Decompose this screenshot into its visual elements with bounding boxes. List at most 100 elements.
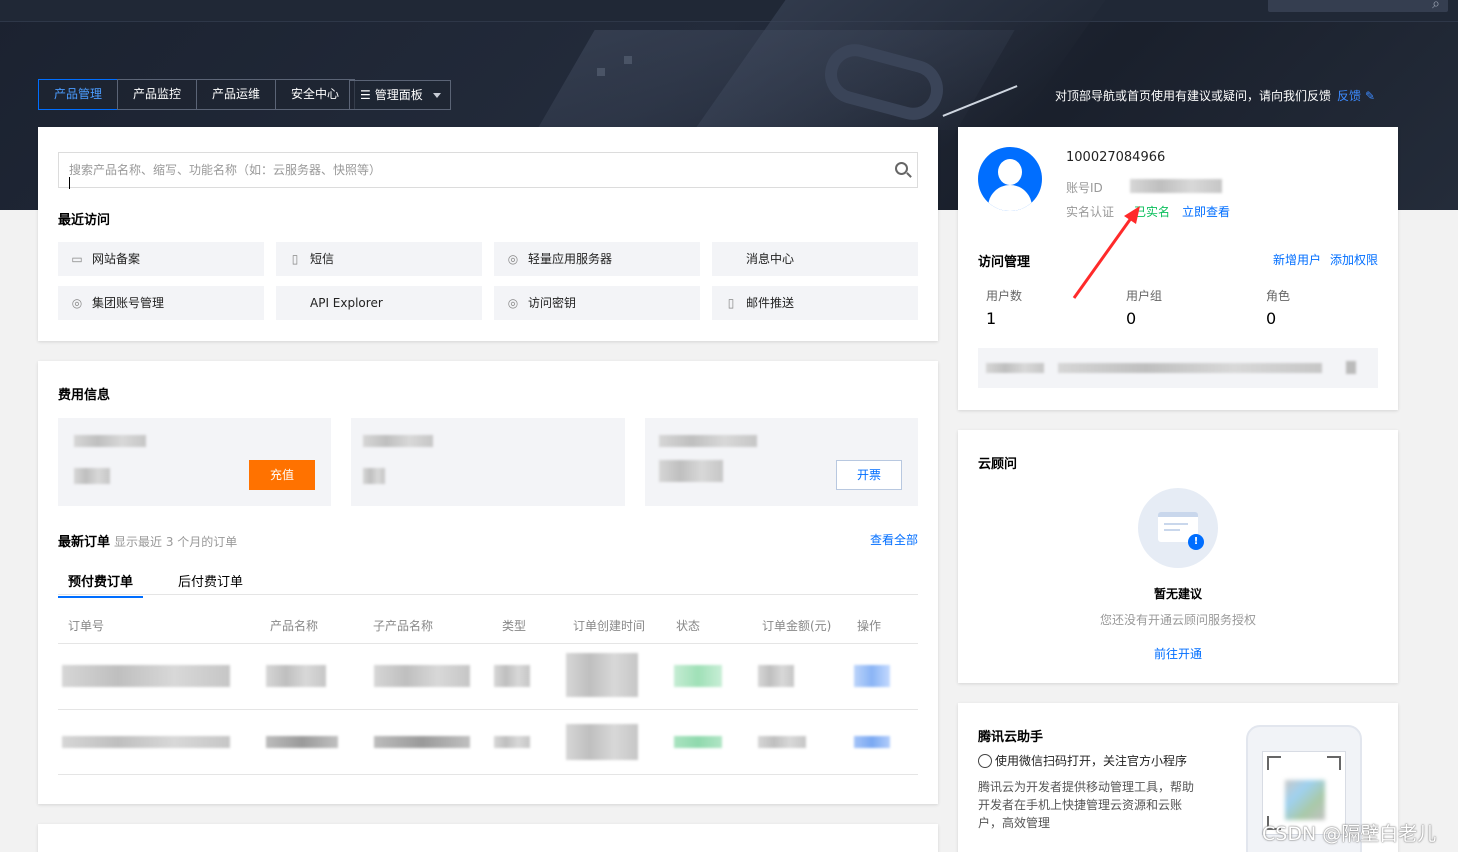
- mail-icon: ▯: [727, 296, 735, 310]
- search-card: 搜索产品名称、缩写、功能名称（如：云服务器、快照等） 最近访问 ▭ 网站备案 ▯ 短…: [38, 127, 938, 341]
- advisor-activate-link[interactable]: 前往开通: [958, 645, 1398, 662]
- redacted-text: [74, 468, 110, 484]
- tab-postpaid-orders[interactable]: 后付费订单: [178, 571, 243, 590]
- recent-item-access-key[interactable]: ◎ 访问密钥: [494, 286, 700, 320]
- recent-item-label: 消息中心: [746, 252, 795, 266]
- edit-icon[interactable]: ✎: [1365, 89, 1375, 103]
- product-tabs: 产品管理 产品监控 产品运维 安全中心: [38, 79, 356, 110]
- assistant-title: 腾讯云助手: [978, 730, 1044, 745]
- top-search-field[interactable]: [1268, 0, 1448, 12]
- next-card: [38, 824, 938, 852]
- access-key-bar: [978, 348, 1378, 388]
- tab-prepaid-orders[interactable]: 预付费订单: [58, 571, 144, 598]
- account-id-label: 账号ID: [1066, 181, 1103, 195]
- recent-item-label: 邮件推送: [746, 296, 795, 310]
- orders-header: 最新订单 显示最近 3 个月的订单: [58, 531, 237, 550]
- recent-item-message-center[interactable]: 消息中心: [712, 242, 918, 276]
- recharge-button[interactable]: 充值: [249, 460, 315, 490]
- table-row[interactable]: [58, 710, 918, 775]
- mini-program-icon: [978, 754, 992, 768]
- recent-item-org-account[interactable]: ◎ 集团账号管理: [58, 286, 264, 320]
- management-panel-button[interactable]: ☰ 管理面板: [349, 80, 451, 110]
- feedback-text: 对顶部导航或首页使用有建议或疑问，请向我们反馈: [1055, 89, 1332, 103]
- orders-title: 最新订单: [58, 535, 111, 550]
- balance-box: 充值: [58, 418, 331, 506]
- orders-subtitle: 显示最近 3 个月的订单: [114, 535, 238, 549]
- tab-product-monitoring[interactable]: 产品监控: [117, 79, 198, 110]
- tab-security-center[interactable]: 安全中心: [275, 79, 356, 110]
- copy-icon[interactable]: [1346, 361, 1356, 374]
- chevron-down-icon: [433, 93, 441, 98]
- account-number: 100027084966: [1066, 150, 1166, 165]
- recent-item-mail[interactable]: ▯ 邮件推送: [712, 286, 918, 320]
- col-type: 类型: [502, 619, 527, 633]
- add-permission-link[interactable]: 添加权限: [1330, 251, 1378, 268]
- table-row[interactable]: [58, 645, 918, 710]
- advisor-empty-desc: 您还没有开通云顾问服务授权: [1099, 613, 1256, 627]
- stat-groups-value[interactable]: 0: [1126, 309, 1136, 328]
- list-icon: ☰: [360, 88, 371, 102]
- avatar[interactable]: [978, 147, 1042, 211]
- sms-icon: ▯: [291, 252, 299, 266]
- access-title: 访问管理: [978, 255, 1031, 270]
- feedback-banner: 对顶部导航或首页使用有建议或疑问，请向我们反馈 反馈 ✎: [1055, 87, 1375, 104]
- recent-item-filing[interactable]: ▭ 网站备案: [58, 242, 264, 276]
- redacted-text: [1130, 179, 1222, 193]
- add-user-link[interactable]: 新增用户: [1273, 251, 1321, 268]
- col-order-id: 订单号: [68, 619, 105, 633]
- stat-users-label: 用户数: [986, 289, 1023, 303]
- col-sub-product: 子产品名称: [373, 619, 434, 633]
- recent-item-sms[interactable]: ▯ 短信: [276, 242, 482, 276]
- redacted-text: [363, 435, 433, 447]
- col-created-time: 订单创建时间: [573, 619, 646, 633]
- invoice-box: 开票: [645, 418, 918, 506]
- col-status: 状态: [676, 619, 701, 633]
- recent-item-api-explorer[interactable]: API Explorer: [276, 286, 482, 320]
- stat-roles-value[interactable]: 0: [1266, 309, 1276, 328]
- assistant-line-text: 使用微信扫码打开，关注官方小程序: [995, 754, 1188, 768]
- verify-view-link[interactable]: 立即查看: [1182, 203, 1230, 220]
- redacted-text: [363, 468, 385, 484]
- empty-advice-illustration-icon: !: [1138, 488, 1218, 568]
- account-card: 100027084966 账号ID 实名认证 已实名 立即查看 访问管理 新增用…: [958, 127, 1398, 410]
- stat-users-value[interactable]: 1: [986, 309, 996, 328]
- product-search-input[interactable]: 搜索产品名称、缩写、功能名称（如：云服务器、快照等）: [58, 152, 918, 189]
- view-all-orders-link[interactable]: 查看全部: [870, 531, 918, 548]
- recent-item-label: 短信: [310, 252, 335, 266]
- recent-item-label: 访问密钥: [528, 296, 577, 310]
- cost-title: 费用信息: [58, 388, 111, 403]
- feedback-link[interactable]: 反馈: [1337, 89, 1361, 103]
- management-panel-label: 管理面板: [374, 88, 423, 102]
- redacted-text: [659, 435, 757, 447]
- col-product-name: 产品名称: [270, 619, 319, 633]
- orders-table-header: 订单号 产品名称 子产品名称 类型 订单创建时间 状态 订单金额(元) 操作: [58, 606, 918, 644]
- col-actions: 操作: [857, 619, 882, 633]
- advisor-empty-title: 暂无建议: [1153, 587, 1202, 601]
- search-placeholder: 搜索产品名称、缩写、功能名称（如：云服务器、快照等）: [69, 163, 382, 177]
- recent-item-label: 网站备案: [92, 252, 141, 266]
- lighthouse-icon: ◎: [507, 252, 519, 266]
- recent-item-lighthouse[interactable]: ◎ 轻量应用服务器: [494, 242, 700, 276]
- filing-icon: ▭: [71, 252, 83, 266]
- search-icon[interactable]: ⌕: [1432, 0, 1440, 12]
- org-icon: ◎: [71, 296, 83, 310]
- search-icon[interactable]: [895, 162, 908, 175]
- assistant-desc: 腾讯云为开发者提供移动管理工具，帮助 开发者在手机上快捷管理云资源和云账 户，高…: [978, 780, 1195, 830]
- recent-list: ▭ 网站备案 ▯ 短信 ◎ 轻量应用服务器 消息中心 ◎ 集团账号管理 API Expl…: [58, 242, 918, 320]
- watermark: CSDN @隔壁白老儿: [1262, 823, 1437, 845]
- redacted-text: [74, 435, 146, 447]
- voucher-box: [351, 418, 625, 506]
- key-icon: ◎: [507, 296, 519, 310]
- col-amount: 订单金额(元): [762, 619, 832, 633]
- invoice-button[interactable]: 开票: [836, 460, 902, 490]
- tab-product-ops[interactable]: 产品运维: [196, 79, 277, 110]
- recent-item-label: 集团账号管理: [92, 296, 165, 310]
- top-nav-bar: [0, 0, 1458, 22]
- stat-roles-label: 角色: [1266, 289, 1291, 303]
- annotation-arrow-icon: [1072, 206, 1140, 299]
- assistant-line: 使用微信扫码打开，关注官方小程序: [978, 752, 1187, 769]
- cost-card: 费用信息 充值 开票 最新订单 显示最近 3 个月的订单 查看全部 预付费订单 后…: [38, 361, 938, 804]
- tab-product-management[interactable]: 产品管理: [38, 79, 119, 110]
- order-tabs: 预付费订单 后付费订单: [58, 565, 918, 598]
- banner-cube: [624, 56, 632, 64]
